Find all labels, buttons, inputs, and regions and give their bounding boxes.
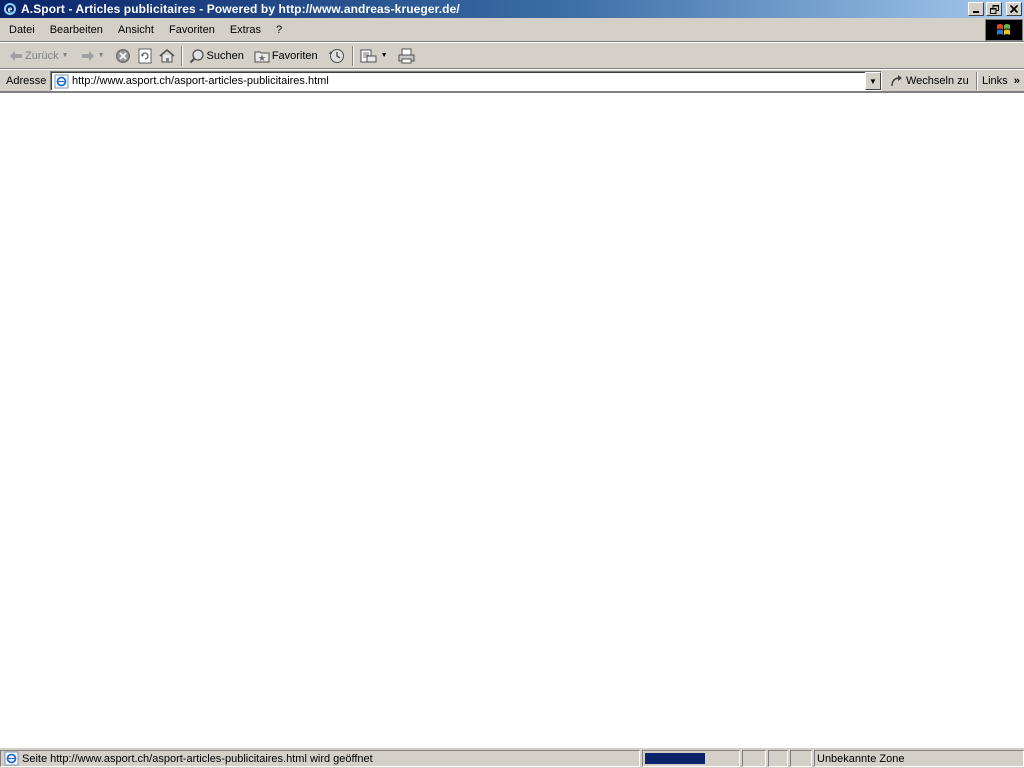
title-bar[interactable]: e A.Sport - Articles publicitaires - Pow… <box>0 0 1024 18</box>
page-content[interactable] <box>0 92 1024 748</box>
home-icon <box>159 48 174 62</box>
standard-toolbar: Zurück ▼ ▼ Suchen Favoriten ▼ <box>0 43 1024 69</box>
back-label: Zurück <box>25 49 59 62</box>
ie-icon[interactable]: e <box>2 1 18 17</box>
favorites-icon <box>254 51 270 62</box>
menu-extras[interactable]: Extras <box>223 22 269 38</box>
links-toolbar[interactable]: Links » <box>982 72 1020 90</box>
toolbar-separator <box>180 45 183 66</box>
close-button[interactable] <box>1006 2 1022 16</box>
mail-button[interactable]: ▼ <box>357 45 391 67</box>
refresh-icon <box>138 48 151 63</box>
address-dropdown-button[interactable]: ▼ <box>865 72 881 90</box>
address-box[interactable]: ▼ <box>50 71 882 91</box>
chevron-down-icon: ▼ <box>869 76 877 86</box>
forward-arrow-icon <box>81 50 94 61</box>
windows-flag-icon <box>997 24 1010 35</box>
links-separator <box>976 72 978 90</box>
favorites-button[interactable]: Favoriten <box>251 45 321 67</box>
back-button[interactable]: Zurück ▼ <box>6 45 72 67</box>
progress-bar <box>645 753 705 764</box>
stop-button[interactable] <box>112 45 134 67</box>
mail-icon <box>360 49 377 62</box>
minimize-button[interactable] <box>968 2 984 16</box>
menu-favoriten[interactable]: Favoriten <box>162 22 223 38</box>
windows-flag-logo <box>985 19 1023 41</box>
back-dropdown-icon[interactable]: ▼ <box>62 52 69 59</box>
status-bar: Seite http://www.asport.ch/asport-articl… <box>0 749 1024 768</box>
minimize-icon <box>973 11 979 13</box>
go-arrow-icon <box>891 75 902 87</box>
go-button[interactable]: Wechseln zu <box>890 72 969 90</box>
status-message-panel: Seite http://www.asport.ch/asport-articl… <box>0 750 640 767</box>
window-controls <box>968 2 1022 16</box>
search-icon <box>189 48 204 63</box>
status-panel-empty <box>768 750 788 767</box>
loading-page-icon <box>3 751 19 766</box>
search-label: Suchen <box>206 49 244 62</box>
svg-text:e: e <box>8 5 13 16</box>
security-zone-panel[interactable]: Unbekannte Zone <box>814 750 1024 767</box>
status-panel-empty <box>742 750 766 767</box>
status-panel-empty <box>790 750 812 767</box>
close-icon <box>1010 5 1018 13</box>
links-chevron-icon[interactable]: » <box>1014 75 1020 87</box>
zone-label: Unbekannte Zone <box>817 752 905 765</box>
address-label: Adresse <box>6 74 47 87</box>
restore-button[interactable] <box>986 2 1002 16</box>
forward-dropdown-icon[interactable]: ▼ <box>98 52 105 59</box>
toolbar-separator <box>351 45 354 66</box>
back-arrow-icon <box>10 50 22 61</box>
print-icon <box>398 48 415 63</box>
search-button[interactable]: Suchen <box>186 45 247 67</box>
mail-dropdown-icon[interactable]: ▼ <box>381 52 388 59</box>
window-title: A.Sport - Articles publicitaires - Power… <box>21 2 460 16</box>
address-bar: Adresse ▼ Wechseln zu Links » <box>0 70 1024 92</box>
stop-icon <box>115 48 130 63</box>
progress-panel <box>642 750 740 767</box>
favorites-label: Favoriten <box>271 49 318 62</box>
menu-bearbeiten[interactable]: Bearbeiten <box>43 22 111 38</box>
refresh-button[interactable] <box>134 45 156 67</box>
print-button[interactable] <box>395 45 419 67</box>
history-button[interactable] <box>325 45 349 67</box>
history-icon <box>328 48 344 63</box>
menu-ansicht[interactable]: Ansicht <box>111 22 162 38</box>
menu-datei[interactable]: Datei <box>2 22 43 38</box>
go-label: Wechseln zu <box>906 75 969 87</box>
forward-button[interactable]: ▼ <box>78 45 108 67</box>
menu-bar: Datei Bearbeiten Ansicht Favoriten Extra… <box>0 18 1024 42</box>
url-input[interactable] <box>72 73 862 89</box>
restore-icon <box>989 4 999 14</box>
page-icon <box>53 73 69 89</box>
links-label: Links <box>982 75 1008 87</box>
menu-help[interactable]: ? <box>269 22 290 38</box>
home-button[interactable] <box>156 45 178 67</box>
status-message: Seite http://www.asport.ch/asport-articl… <box>22 752 373 765</box>
